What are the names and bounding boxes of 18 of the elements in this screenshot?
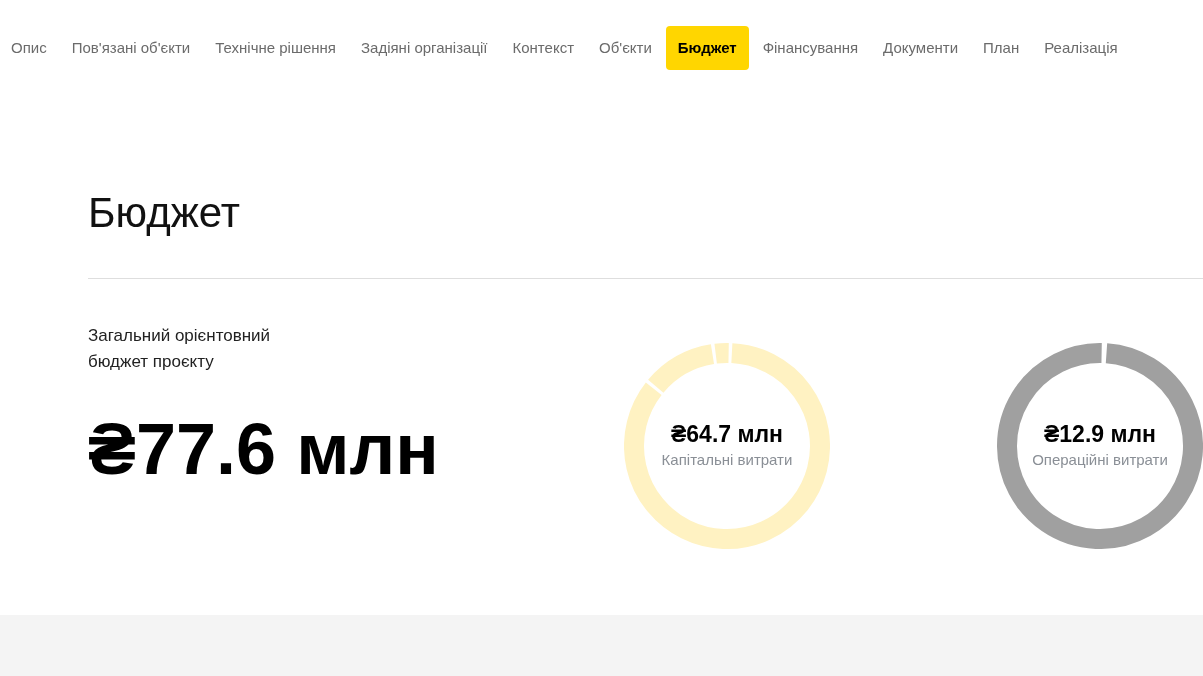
amount-label: Капітальні витрати: [661, 450, 793, 471]
total-label: Загальний орієнтовний бюджет проєкту: [88, 325, 272, 373]
nav-tab[interactable]: Реалізація: [1033, 25, 1129, 71]
section-title: Бюджет: [88, 192, 241, 234]
nav-tab[interactable]: Задіяні організації: [350, 25, 499, 71]
nav-tab[interactable]: Технічне рішення: [204, 25, 347, 71]
nav-tab[interactable]: Контекст: [501, 25, 585, 71]
nav-tab[interactable]: Фінансування: [751, 25, 870, 71]
nav-tab[interactable]: Опис: [0, 25, 58, 71]
nav-tab[interactable]: Бюджет: [665, 25, 749, 71]
nav-tab[interactable]: Документи: [872, 25, 970, 71]
amount-value: ₴12.9 млн: [1044, 420, 1156, 450]
nav-tab[interactable]: Об'єкти: [588, 25, 663, 71]
nav-tab[interactable]: Пов'язані об'єкти: [60, 25, 202, 71]
nav-tab[interactable]: План: [972, 25, 1031, 71]
amount-value: ₴64.7 млн: [671, 420, 783, 450]
amount-label: Операційні витрати: [1032, 450, 1168, 471]
total-value: ₴77.6 млн: [88, 413, 440, 485]
